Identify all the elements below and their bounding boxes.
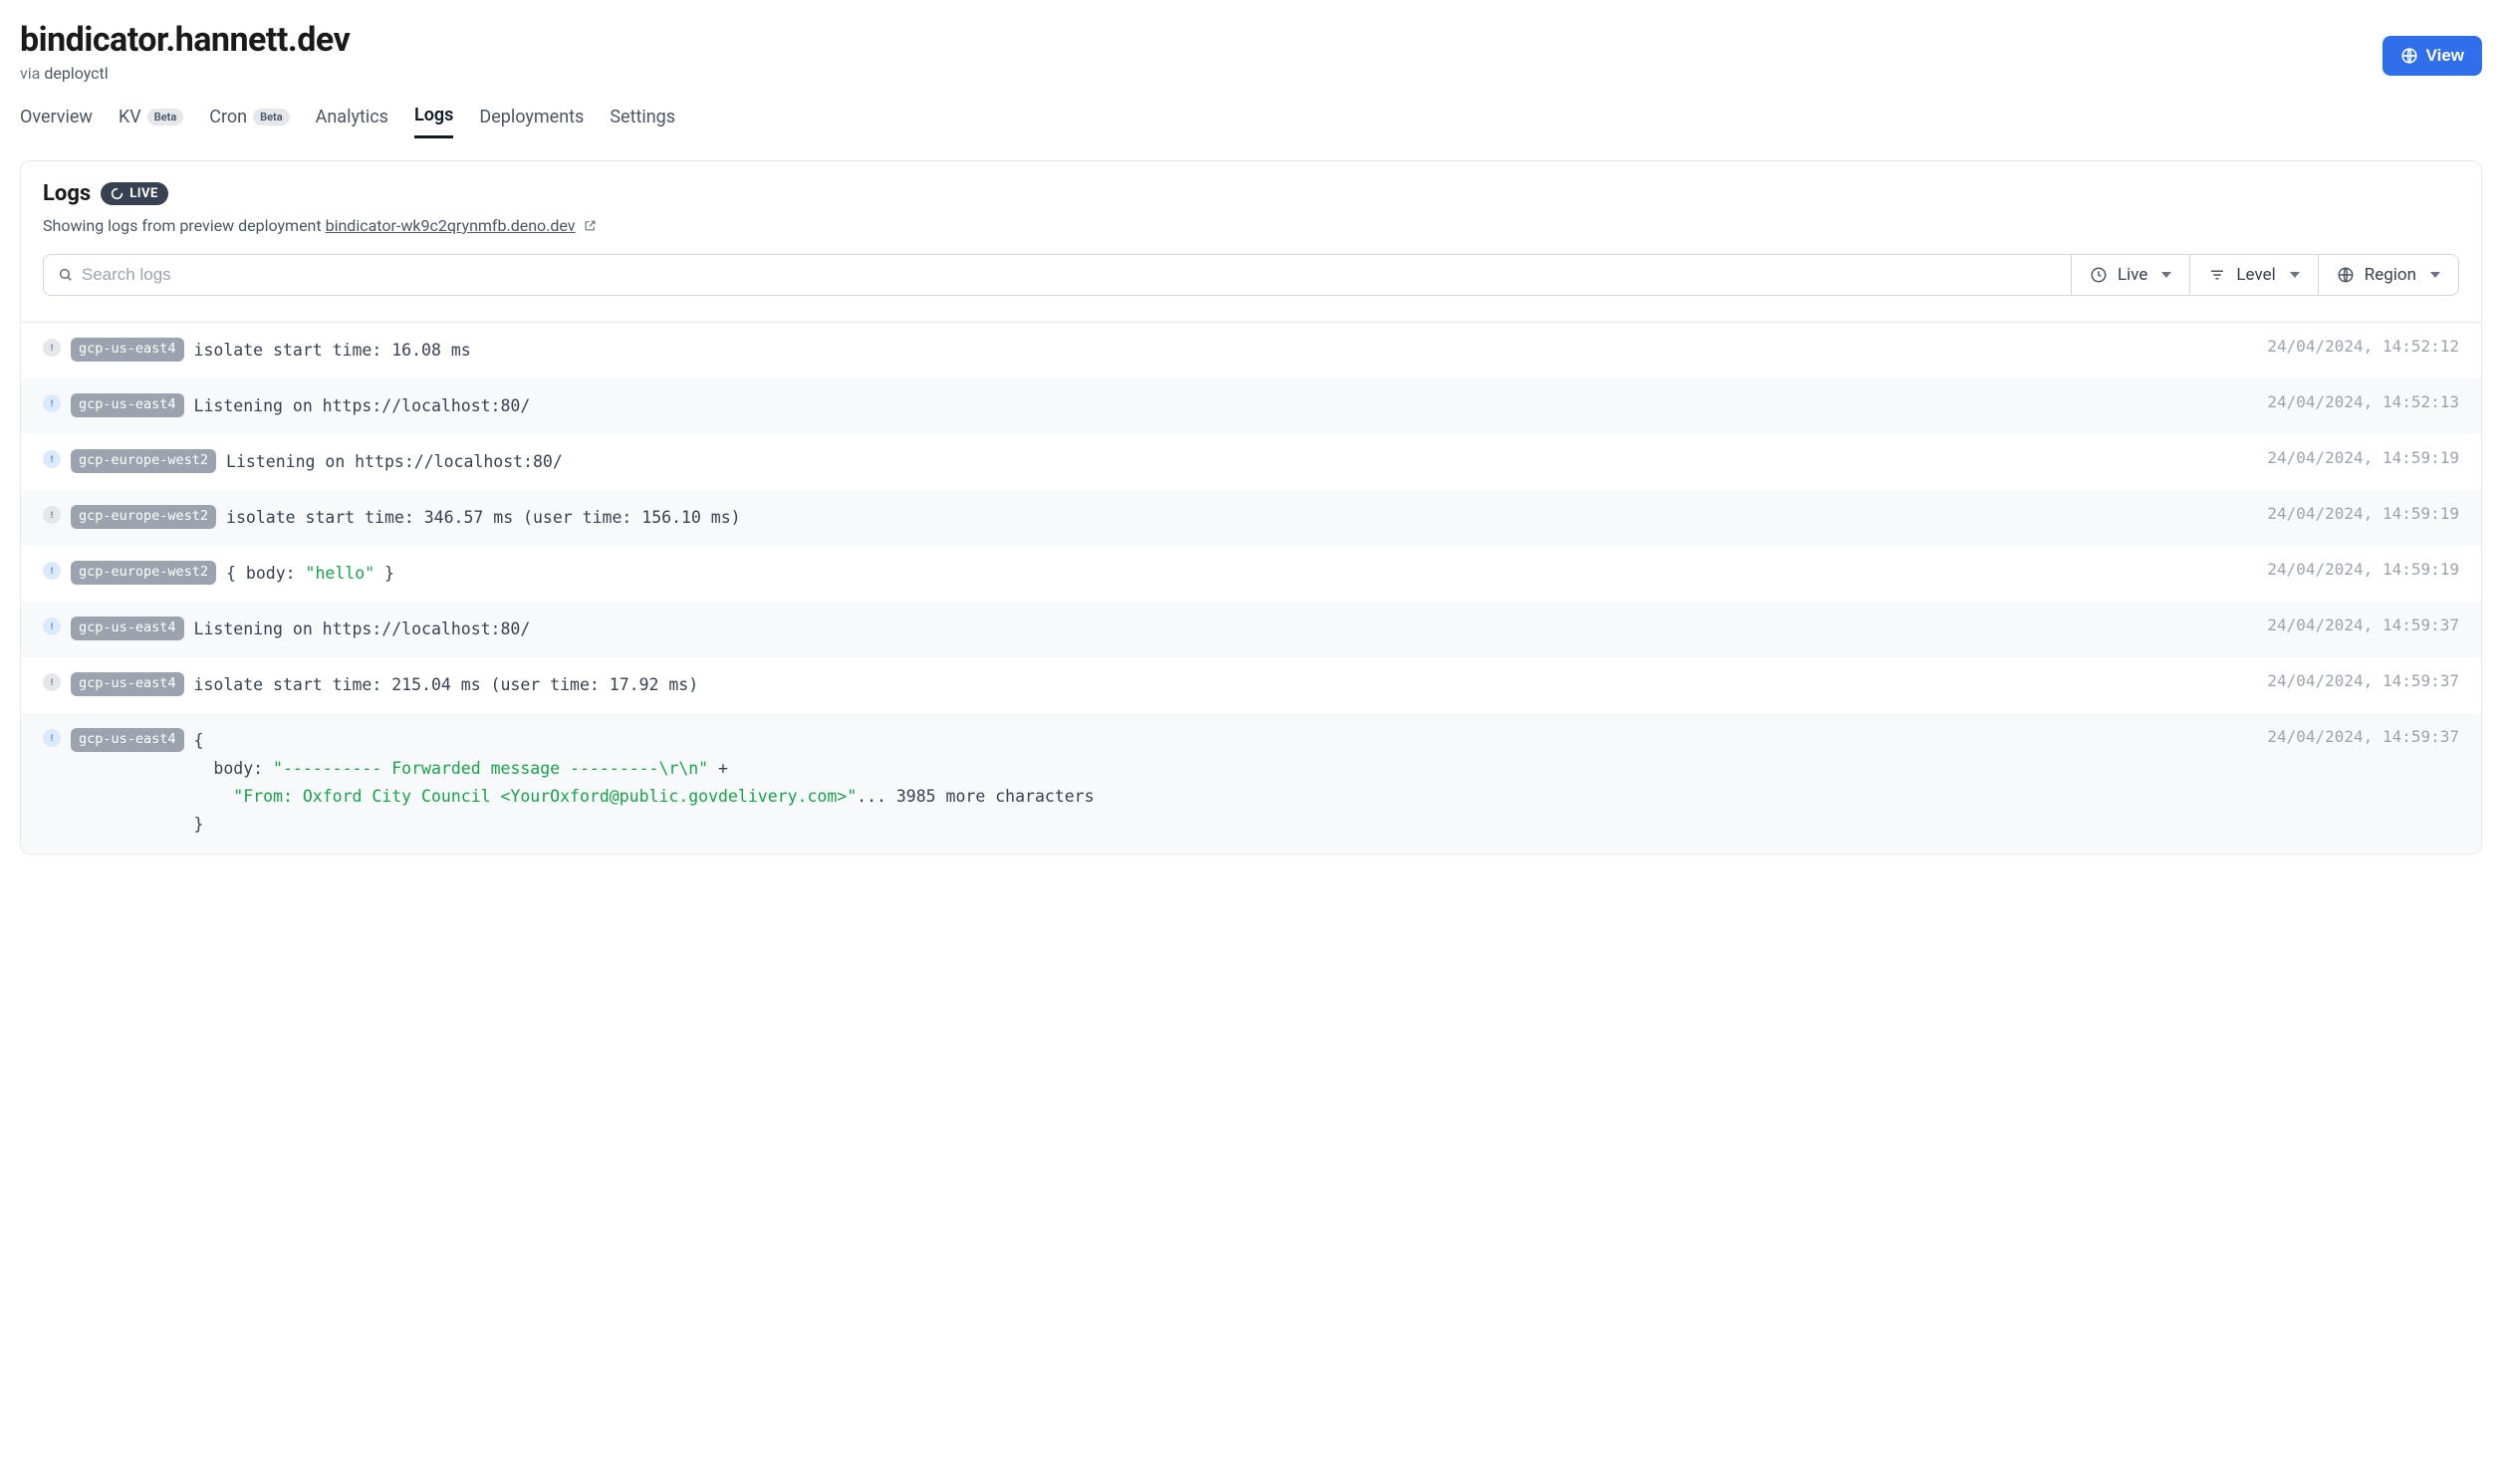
log-row[interactable]: ! gcp-us-east4 Listening on https://localh… bbox=[21, 602, 2481, 657]
via-prefix: via bbox=[20, 64, 40, 83]
globe-icon bbox=[2400, 47, 2418, 65]
level-filter-label: Level bbox=[2236, 265, 2275, 285]
view-button[interactable]: View bbox=[2382, 36, 2482, 76]
log-timestamp: 24/04/2024, 14:59:37 bbox=[2267, 727, 2459, 746]
chevron-down-icon bbox=[2161, 272, 2171, 278]
log-row[interactable]: ! gcp-us-east4 isolate start time: 16.08 m… bbox=[21, 323, 2481, 378]
external-link-icon bbox=[584, 217, 597, 236]
region-tag: gcp-us-east4 bbox=[71, 338, 184, 362]
log-message: { body: "hello" } bbox=[226, 560, 2251, 588]
log-message: isolate start time: 215.04 ms (user time… bbox=[194, 671, 2252, 699]
search-icon bbox=[58, 267, 74, 283]
info-level-icon: ! bbox=[43, 450, 61, 468]
log-timestamp: 24/04/2024, 14:59:37 bbox=[2267, 671, 2459, 690]
live-badge-label: LIVE bbox=[129, 186, 158, 201]
debug-level-icon: ! bbox=[43, 506, 61, 524]
log-timestamp: 24/04/2024, 14:59:19 bbox=[2267, 560, 2459, 579]
debug-level-icon: ! bbox=[43, 673, 61, 691]
level-filter[interactable]: Level bbox=[2189, 255, 2317, 295]
view-button-label: View bbox=[2426, 46, 2464, 66]
filter-icon bbox=[2208, 266, 2226, 284]
log-list: ! gcp-us-east4 isolate start time: 16.08 m… bbox=[21, 322, 2481, 854]
page-title: bindicator.hannett.dev bbox=[20, 20, 350, 60]
globe-icon bbox=[2337, 266, 2355, 284]
tab-logs[interactable]: Logs bbox=[414, 105, 453, 138]
tab-settings[interactable]: Settings bbox=[610, 105, 675, 138]
info-level-icon: ! bbox=[43, 562, 61, 580]
log-row[interactable]: ! gcp-europe-west2 Listening on https://lo… bbox=[21, 434, 2481, 490]
log-row[interactable]: ! gcp-us-east4 { body: "---------- Forward… bbox=[21, 713, 2481, 853]
page-subtitle: via deployctl bbox=[20, 64, 350, 83]
tab-label: Logs bbox=[414, 105, 453, 125]
tab-kv[interactable]: KV Beta bbox=[119, 105, 183, 138]
search-input[interactable] bbox=[74, 255, 2057, 295]
log-message: Listening on https://localhost:80/ bbox=[194, 392, 2252, 420]
region-tag: gcp-europe-west2 bbox=[71, 505, 216, 529]
tab-label: Cron bbox=[209, 107, 247, 127]
live-filter-label: Live bbox=[2118, 265, 2147, 285]
log-row[interactable]: ! gcp-europe-west2 { body: "hello" } 24/04/… bbox=[21, 546, 2481, 602]
tab-analytics[interactable]: Analytics bbox=[316, 105, 388, 138]
beta-badge: Beta bbox=[147, 109, 184, 125]
via-value: deployctl bbox=[44, 64, 108, 83]
log-row[interactable]: ! gcp-us-east4 Listening on https://localh… bbox=[21, 378, 2481, 434]
log-message: { body: "---------- Forwarded message --… bbox=[194, 727, 2252, 839]
tab-label: Deployments bbox=[479, 107, 584, 127]
log-message: Listening on https://localhost:80/ bbox=[226, 448, 2251, 476]
tab-overview[interactable]: Overview bbox=[20, 105, 93, 138]
log-timestamp: 24/04/2024, 14:59:19 bbox=[2267, 448, 2459, 467]
deployment-link[interactable]: bindicator-wk9c2qrynmfb.deno.dev bbox=[326, 216, 576, 235]
beta-badge: Beta bbox=[253, 109, 290, 125]
region-filter[interactable]: Region bbox=[2318, 255, 2458, 295]
region-tag: gcp-us-east4 bbox=[71, 728, 184, 752]
tabs: Overview KV Beta Cron Beta Analytics Logs Deplo… bbox=[20, 105, 2482, 138]
region-filter-label: Region bbox=[2365, 265, 2416, 285]
chevron-down-icon bbox=[2290, 272, 2300, 278]
region-tag: gcp-us-east4 bbox=[71, 617, 184, 640]
search-wrap bbox=[44, 255, 2071, 295]
region-tag: gcp-us-east4 bbox=[71, 393, 184, 417]
log-timestamp: 24/04/2024, 14:59:37 bbox=[2267, 616, 2459, 634]
tab-label: KV bbox=[119, 107, 141, 127]
panel-title: Logs bbox=[43, 181, 91, 206]
info-level-icon: ! bbox=[43, 729, 61, 747]
region-tag: gcp-europe-west2 bbox=[71, 561, 216, 585]
panel-subtitle-prefix: Showing logs from preview deployment bbox=[43, 216, 326, 235]
log-timestamp: 24/04/2024, 14:52:12 bbox=[2267, 337, 2459, 356]
log-timestamp: 24/04/2024, 14:52:13 bbox=[2267, 392, 2459, 411]
logs-panel: Logs LIVE Showing logs from preview depl… bbox=[20, 160, 2482, 855]
info-level-icon: ! bbox=[43, 618, 61, 635]
panel-subtitle: Showing logs from preview deployment bin… bbox=[43, 216, 2459, 236]
debug-level-icon: ! bbox=[43, 339, 61, 357]
tab-label: Settings bbox=[610, 107, 675, 127]
region-tag: gcp-europe-west2 bbox=[71, 449, 216, 473]
tab-label: Analytics bbox=[316, 107, 388, 127]
log-timestamp: 24/04/2024, 14:59:19 bbox=[2267, 504, 2459, 523]
log-message: isolate start time: 346.57 ms (user time… bbox=[226, 504, 2251, 532]
log-message: isolate start time: 16.08 ms bbox=[194, 337, 2252, 365]
log-row[interactable]: ! gcp-europe-west2 isolate start time: 346… bbox=[21, 490, 2481, 546]
chevron-down-icon bbox=[2430, 272, 2440, 278]
clock-icon bbox=[2090, 266, 2108, 284]
log-row[interactable]: ! gcp-us-east4 isolate start time: 215.04 … bbox=[21, 657, 2481, 713]
tab-label: Overview bbox=[20, 107, 93, 127]
info-level-icon: ! bbox=[43, 394, 61, 412]
live-badge: LIVE bbox=[101, 182, 168, 205]
filter-bar: Live Level Region bbox=[43, 254, 2459, 296]
log-message: Listening on https://localhost:80/ bbox=[194, 616, 2252, 643]
spinner-icon bbox=[111, 187, 124, 200]
tab-deployments[interactable]: Deployments bbox=[479, 105, 584, 138]
live-filter[interactable]: Live bbox=[2071, 255, 2189, 295]
region-tag: gcp-us-east4 bbox=[71, 672, 184, 696]
tab-cron[interactable]: Cron Beta bbox=[209, 105, 289, 138]
